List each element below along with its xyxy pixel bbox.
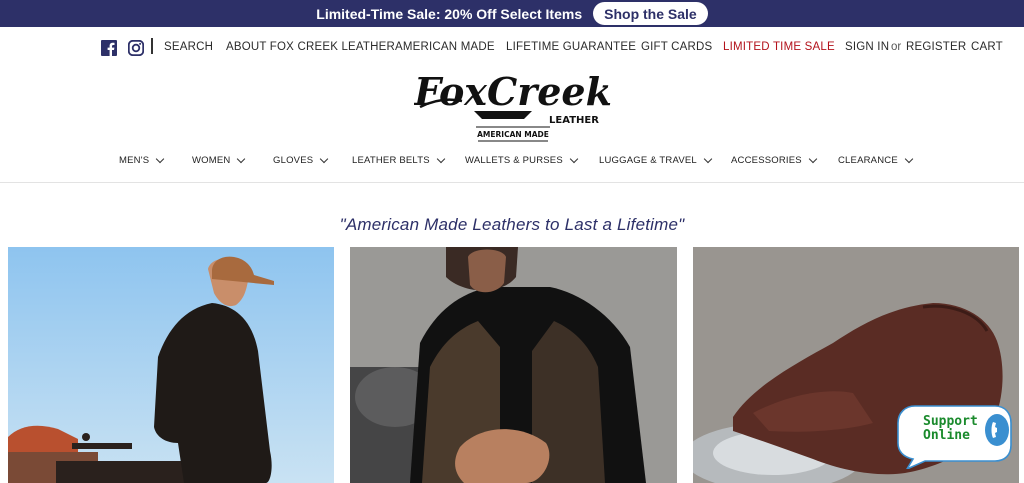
chevron-down-icon: [904, 154, 914, 164]
fox-creek-logo[interactable]: FoxCreek LEATHER AMERICAN MADE: [414, 67, 612, 145]
nav-gloves[interactable]: GLOVES: [273, 154, 329, 166]
logo-leather: LEATHER: [549, 115, 599, 126]
support-online-label: Support Online: [923, 415, 978, 443]
nav-search[interactable]: SEARCH: [164, 41, 213, 53]
phone-icon: [985, 414, 1009, 446]
nav-wallets-purses[interactable]: WALLETS & PURSES: [465, 154, 579, 166]
nav-sign-in[interactable]: SIGN IN: [845, 41, 889, 53]
nav-wallets-purses-label: WALLETS & PURSES: [465, 155, 563, 166]
nav-accessories[interactable]: ACCESSORIES: [731, 154, 818, 166]
nav-divider: [0, 182, 1024, 183]
nav-luggage-travel[interactable]: LUGGAGE & TRAVEL: [599, 154, 713, 166]
chevron-down-icon: [808, 154, 818, 164]
chevron-down-icon: [703, 154, 713, 164]
nav-gloves-label: GLOVES: [273, 155, 314, 166]
nav-leather-belts-label: LEATHER BELTS: [352, 155, 430, 166]
main-nav: MEN'S WOMEN GLOVES LEATHER BELTS WALLETS…: [0, 153, 1024, 171]
instagram-icon[interactable]: [128, 40, 144, 56]
leather-vest-photo[interactable]: [350, 247, 677, 483]
promo-bar: Limited-Time Sale: 20% Off Select Items …: [0, 0, 1024, 27]
support-online-widget[interactable]: Support Online: [895, 403, 1013, 469]
facebook-icon[interactable]: [101, 40, 117, 56]
nav-about[interactable]: ABOUT FOX CREEK LEATHER: [226, 41, 395, 53]
nav-lifetime-guarantee[interactable]: LIFETIME GUARANTEE: [506, 41, 636, 53]
nav-luggage-travel-label: LUGGAGE & TRAVEL: [599, 155, 697, 166]
nav-gift-cards[interactable]: GIFT CARDS: [641, 41, 712, 53]
chevron-down-icon: [436, 154, 445, 164]
nav-mens-label: MEN'S: [119, 155, 150, 166]
tagline: "American Made Leathers to Last a Lifeti…: [339, 215, 685, 234]
chevron-down-icon: [320, 154, 329, 164]
logo-american-made: AMERICAN MADE: [477, 130, 549, 139]
nav-accessories-label: ACCESSORIES: [731, 155, 802, 166]
nav-limited-time-sale[interactable]: LIMITED TIME SALE: [723, 41, 835, 53]
logo-wordmark: FoxCreek: [414, 69, 612, 114]
nav-cart[interactable]: CART: [971, 41, 1003, 53]
nav-clearance[interactable]: CLEARANCE: [838, 154, 914, 166]
chevron-down-icon: [237, 154, 246, 164]
sign-in-or-text: or: [891, 41, 902, 53]
promo-text: Limited-Time Sale: 20% Off Select Items: [316, 5, 583, 22]
nav-american-made[interactable]: AMERICAN MADE: [395, 41, 495, 53]
utility-nav: SEARCH ABOUT FOX CREEK LEATHER AMERICAN …: [0, 37, 1024, 59]
mens-jacket-photo[interactable]: [8, 247, 334, 483]
chevron-down-icon: [569, 154, 579, 164]
support-line1: Support: [923, 414, 978, 429]
shop-sale-button[interactable]: Shop the Sale: [593, 2, 708, 25]
support-line2: Online: [923, 428, 970, 443]
nav-mens[interactable]: MEN'S: [119, 154, 165, 166]
chevron-down-icon: [156, 154, 165, 164]
social-divider: [151, 38, 153, 54]
nav-women[interactable]: WOMEN: [192, 154, 246, 166]
nav-leather-belts[interactable]: LEATHER BELTS: [352, 154, 445, 166]
nav-women-label: WOMEN: [192, 155, 231, 166]
nav-register[interactable]: REGISTER: [906, 41, 966, 53]
nav-clearance-label: CLEARANCE: [838, 155, 898, 166]
